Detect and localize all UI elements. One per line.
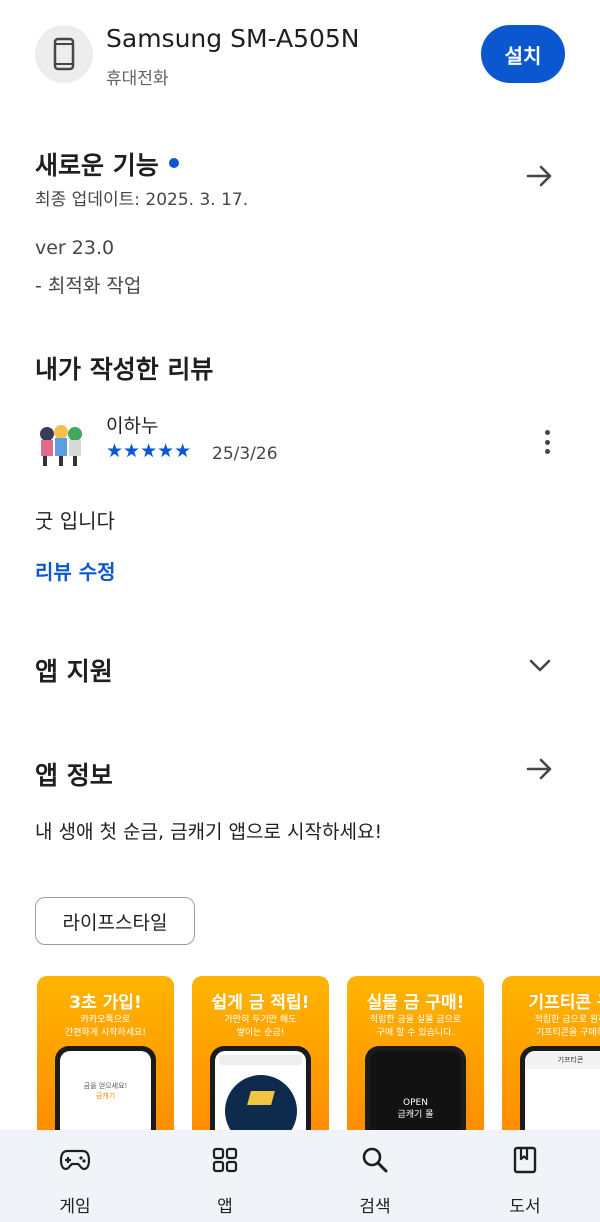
device-row: Samsung SM-A505N 휴대전화 설치	[0, 0, 600, 110]
edit-review-link[interactable]: 리뷰 수정	[35, 556, 116, 585]
screenshot-carousel[interactable]: 3초 가입! 카카오톡으로 간편하게 시작하세요! 금을 얻으세요! 금캐기 쉽게 …	[0, 976, 600, 1136]
apps-grid-icon	[209, 1144, 241, 1176]
nav-books[interactable]: 도서	[450, 1130, 600, 1222]
whats-new-title-text: 새로운 기능	[35, 151, 159, 180]
review-date: 25/3/26	[212, 444, 278, 464]
more-options-icon[interactable]	[536, 426, 558, 458]
screenshot-title: 쉽게 금 적립!	[211, 993, 310, 1013]
app-description: 내 생애 첫 순금, 금캐기 앱으로 시작하세요!	[35, 821, 383, 843]
screenshot-subtitle: 적립한 금을 실물 금으로 구매 할 수 있습니다.	[369, 1015, 462, 1038]
screenshot-subtitle: 카카오톡으로 간편하게 시작하세요!	[65, 1015, 146, 1038]
nav-games[interactable]: 게임	[0, 1130, 150, 1222]
new-indicator-dot	[168, 158, 179, 168]
phone-mockup: 기프티콘	[520, 1046, 600, 1136]
screenshot-1[interactable]: 3초 가입! 카카오톡으로 간편하게 시작하세요! 금을 얻으세요! 금캐기	[37, 976, 174, 1136]
star-rating-stars: ★★★★★	[106, 440, 192, 462]
install-button[interactable]: 설치	[481, 25, 565, 83]
nav-search[interactable]: 검색	[300, 1130, 450, 1222]
book-icon	[509, 1144, 541, 1176]
screenshot-title: 실물 금 구매!	[366, 993, 465, 1013]
screenshot-3[interactable]: 실물 금 구매! 적립한 금을 실물 금으로 구매 할 수 있습니다. OPEN 금…	[347, 976, 484, 1136]
app-info-title[interactable]: 앱 정보	[35, 756, 113, 792]
screenshot-subtitle: 적립한 금으로 원하 기프티콘을 구매하	[534, 1015, 600, 1038]
whats-new-title[interactable]: 새로운 기능	[35, 146, 179, 182]
nav-games-label: 게임	[59, 1197, 91, 1217]
app-info-arrow-icon[interactable]	[522, 751, 558, 787]
nav-search-label: 검색	[359, 1197, 391, 1217]
screenshot-title: 기프티콘 구	[528, 993, 600, 1013]
device-type: 휴대전화	[106, 69, 169, 89]
my-review-title: 내가 작성한 리뷰	[35, 355, 214, 384]
screenshot-subtitle: 가만히 두기만 해도 쌓이는 순금!	[224, 1015, 297, 1038]
review-text: 굿 입니다	[35, 509, 115, 533]
last-updated: 최종 업데이트: 2025. 3. 17.	[35, 190, 249, 210]
star-rating: ★★★★★	[106, 441, 191, 461]
chevron-down-icon[interactable]	[522, 647, 558, 683]
category-chip[interactable]: 라이프스타일	[35, 897, 195, 945]
reviewer-avatar	[35, 420, 85, 470]
phone-mockup	[210, 1046, 311, 1136]
release-note-item: - 최적화 작업	[35, 275, 142, 297]
screenshot-4[interactable]: 기프티콘 구 적립한 금으로 원하기프티콘을 구매하 기프티콘	[502, 976, 600, 1136]
phone-mockup: 금을 얻으세요! 금캐기	[55, 1046, 156, 1136]
bottom-navigation: 게임 앱 검색 도서	[0, 1130, 600, 1222]
nav-apps[interactable]: 앱	[150, 1130, 300, 1222]
reviewer-name: 이하누	[106, 415, 159, 437]
phone-mockup: OPEN 금캐기 몰	[365, 1046, 466, 1136]
phone-icon	[35, 25, 93, 83]
screenshot-title: 3초 가입!	[69, 993, 142, 1013]
whats-new-arrow-icon[interactable]	[522, 158, 558, 194]
search-icon	[359, 1144, 391, 1176]
device-name: Samsung SM-A505N	[106, 24, 360, 53]
release-note-version: ver 23.0	[35, 237, 115, 259]
nav-books-label: 도서	[509, 1197, 541, 1217]
app-support-title[interactable]: 앱 지원	[35, 652, 113, 688]
nav-apps-label: 앱	[217, 1197, 233, 1217]
screenshot-2[interactable]: 쉽게 금 적립! 가만히 두기만 해도 쌓이는 순금!	[192, 976, 329, 1136]
gamepad-icon	[59, 1144, 91, 1176]
